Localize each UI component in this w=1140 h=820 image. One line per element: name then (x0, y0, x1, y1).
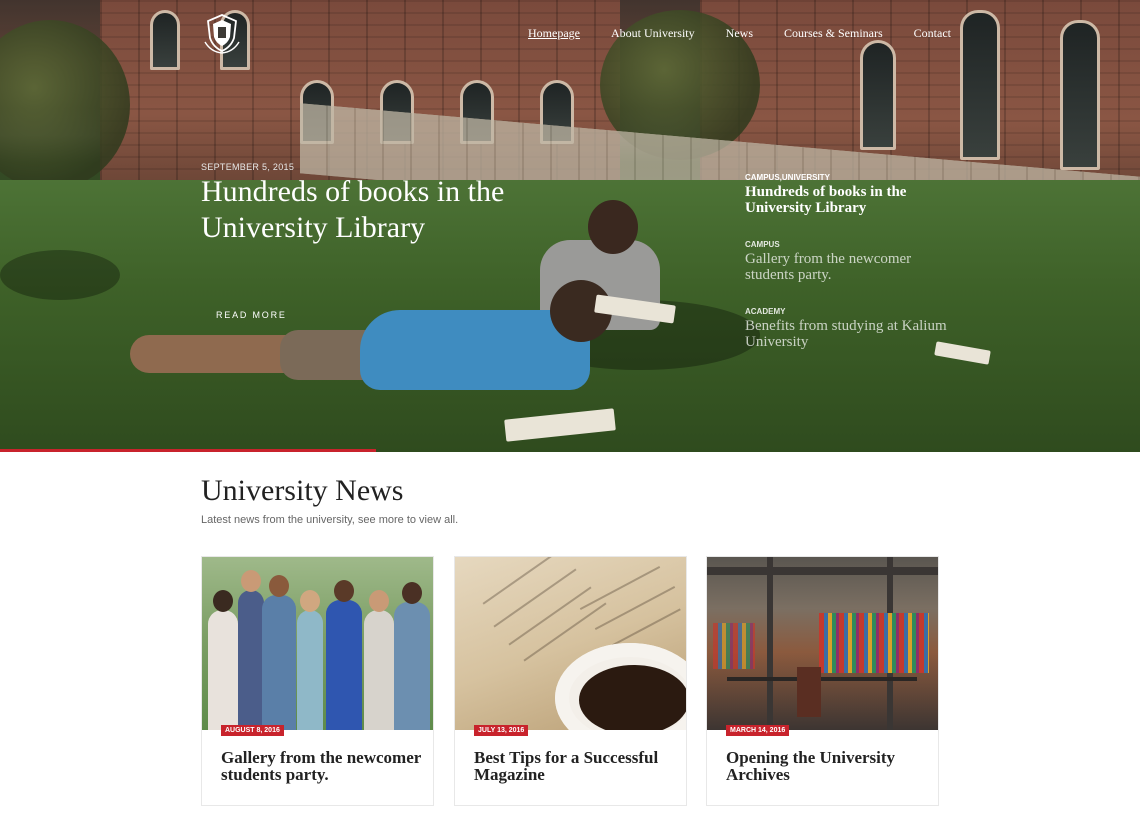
news-card-image[interactable] (707, 557, 938, 730)
nav-news[interactable]: News (726, 26, 753, 41)
nav-homepage[interactable]: Homepage (528, 26, 580, 41)
news-card[interactable]: MARCH 14, 2016 Opening the University Ar… (706, 556, 939, 806)
slider-item[interactable]: ACADEMY Benefits from studying at Kalium… (745, 307, 955, 350)
news-card-title[interactable]: Best Tips for a Successful Magazine (474, 749, 674, 783)
slider-side-list: CAMPUS,UNIVERSITY Hundreds of books in t… (745, 173, 955, 374)
news-card-image[interactable] (202, 557, 433, 730)
slider-item-category: ACADEMY (745, 307, 786, 316)
hero-date: SEPTEMBER 5, 2015 (201, 162, 295, 172)
news-card-title[interactable]: Opening the University Archives (726, 749, 926, 783)
window (960, 10, 1000, 160)
main-nav: Homepage About University News Courses &… (528, 26, 951, 41)
slider-item-title: Benefits from studying at Kalium Univers… (745, 318, 947, 350)
window (1060, 20, 1100, 170)
shadow (0, 250, 120, 300)
news-card[interactable]: AUGUST 8, 2016 Gallery from the newcomer… (201, 556, 434, 806)
slider-item[interactable]: CAMPUS Gallery from the newcomer student… (745, 240, 955, 283)
section-title: University News (201, 474, 404, 507)
news-card-date: AUGUST 8, 2016 (221, 725, 284, 736)
news-card[interactable]: JULY 13, 2016 Best Tips for a Successful… (454, 556, 687, 806)
nav-courses-seminars[interactable]: Courses & Seminars (784, 26, 883, 41)
read-more-button[interactable]: READ MORE (216, 310, 287, 320)
news-card-date: JULY 13, 2016 (474, 725, 529, 736)
news-card-image[interactable] (455, 557, 686, 730)
coffee-cup (555, 643, 686, 730)
slider-item[interactable]: CAMPUS,UNIVERSITY Hundreds of books in t… (745, 173, 955, 216)
slider-item-title: Hundreds of books in the University Libr… (745, 184, 907, 216)
nav-contact[interactable]: Contact (914, 26, 951, 41)
nav-about-university[interactable]: About University (611, 26, 695, 41)
section-subtitle: Latest news from the university, see mor… (201, 514, 459, 526)
hero-title[interactable]: Hundreds of books in the University Libr… (201, 174, 531, 246)
news-card-title[interactable]: Gallery from the newcomer students party… (221, 749, 421, 783)
slider-progress-fill (0, 449, 377, 452)
window (860, 40, 896, 150)
slider-item-category: CAMPUS (745, 240, 780, 249)
slider-item-category: CAMPUS,UNIVERSITY (745, 173, 830, 182)
slider-progress-bar (0, 449, 1140, 452)
student-reading-lying (130, 280, 612, 410)
news-card-date: MARCH 14, 2016 (726, 725, 790, 736)
university-crest-icon[interactable] (201, 12, 243, 54)
slider-item-title: Gallery from the newcomer students party… (745, 251, 912, 283)
window (150, 10, 180, 70)
hero-slider: Homepage About University News Courses &… (0, 0, 1140, 452)
